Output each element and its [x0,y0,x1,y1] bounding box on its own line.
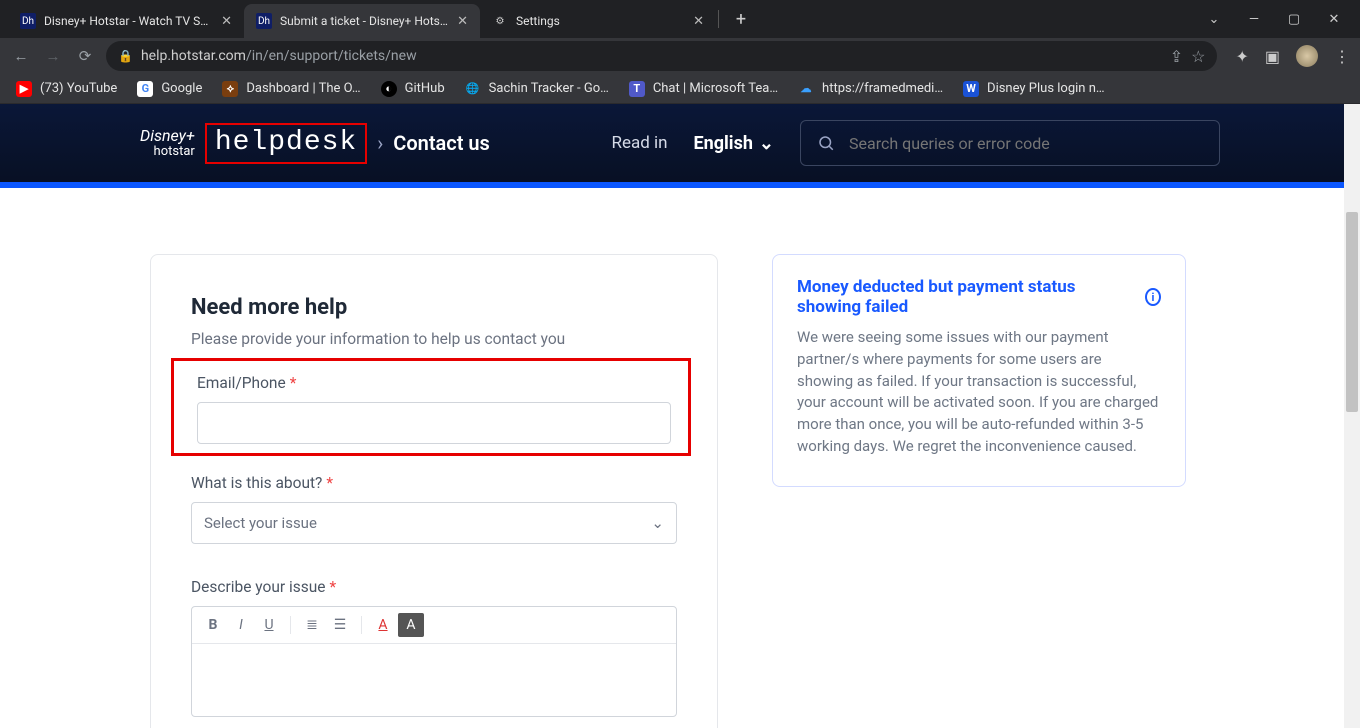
forward-button: → [42,47,64,65]
readin-label: Read in [611,133,667,153]
bookmark-disney-login[interactable]: WDisney Plus login n… [963,81,1105,97]
panel-icon[interactable]: ▣ [1265,47,1280,66]
close-window-button[interactable]: ✕ [1316,12,1352,27]
describe-label: Describe your issue* [191,578,677,596]
lock-icon: 🔒 [118,49,133,63]
info-icon: i [1145,288,1161,306]
hotstar-logo: Disney+ hotstar [140,128,195,158]
ticket-form-card: Need more help Please provide your infor… [150,254,718,728]
search-input[interactable] [849,134,1203,153]
page-title: Contact us [393,131,490,155]
globe-icon: 🌐 [465,81,481,97]
main-content: Need more help Please provide your infor… [0,182,1360,728]
youtube-icon: ▶ [16,81,32,97]
search-icon [817,134,835,152]
issue-select-placeholder: Select your issue [204,514,317,532]
app-icon: ⟡ [222,81,238,97]
bookmark-github[interactable]: ◐GitHub [381,81,445,97]
reload-button[interactable]: ⟳ [74,47,96,65]
language-selector[interactable]: English ⌄ [694,133,774,154]
issue-select[interactable]: Select your issue ⌄ [191,502,677,544]
profile-avatar[interactable] [1296,45,1318,67]
email-label: Email/Phone* [197,374,671,392]
tab-title: Settings [516,14,685,28]
browser-titlebar: Dh Disney+ Hotstar - Watch TV Shows ✕ Dh… [0,0,1360,38]
language-value: English [694,133,753,154]
chevron-down-icon[interactable]: ⌄ [1196,12,1232,27]
site-icon: W [963,81,979,97]
google-icon: G [137,81,153,97]
brand[interactable]: Disney+ hotstar helpdesk [140,123,367,164]
window-controls: ⌄ ― ▢ ✕ [1196,0,1360,38]
tab-title: Submit a ticket - Disney+ Hotstar [280,14,449,28]
rich-text-editor: B I U ≣ ☰ A A [191,606,677,717]
highlight-button[interactable]: A [398,613,424,637]
tab-hotstar-watch[interactable]: Dh Disney+ Hotstar - Watch TV Shows ✕ [8,4,244,38]
bookmark-google[interactable]: GGoogle [137,81,202,97]
info-card: Money deducted but payment status showin… [772,254,1186,487]
browser-toolbar: ← → ⟳ 🔒 help.hotstar.com/in/en/support/t… [0,38,1360,74]
close-icon[interactable]: ✕ [221,14,232,29]
field-email-phone: Email/Phone* [191,368,677,450]
bullet-list-button[interactable]: ≣ [299,613,325,637]
gear-icon: ⚙ [492,13,508,29]
extensions-icon[interactable]: ✦ [1235,47,1248,66]
favicon-icon: Dh [20,13,36,29]
text-color-button[interactable]: A [370,613,396,637]
scrollbar-thumb[interactable] [1346,212,1358,412]
tab-separator [718,10,719,28]
about-label: What is this about?* [191,474,677,492]
github-icon: ◐ [381,81,397,97]
bookmarks-bar: ▶(73) YouTube GGoogle ⟡Dashboard | The O… [0,74,1360,104]
address-bar[interactable]: 🔒 help.hotstar.com/in/en/support/tickets… [106,41,1217,71]
favicon-icon: Dh [256,13,272,29]
info-title[interactable]: Money deducted but payment status showin… [797,277,1161,317]
share-icon[interactable]: ⇪ [1170,47,1183,66]
helpdesk-label: helpdesk [205,123,367,164]
bold-button[interactable]: B [200,613,226,637]
page-viewport: Disney+ hotstar helpdesk › Contact us Re… [0,104,1360,728]
form-title: Need more help [191,295,677,320]
rte-toolbar: B I U ≣ ☰ A A [192,607,676,644]
back-button[interactable]: ← [10,47,32,65]
tab-submit-ticket[interactable]: Dh Submit a ticket - Disney+ Hotstar ✕ [244,4,480,38]
url-text: help.hotstar.com/in/en/support/tickets/n… [141,48,1162,64]
info-body: We were seeing some issues with our paym… [797,327,1161,458]
form-subtitle: Please provide your information to help … [191,330,677,348]
teams-icon: T [629,81,645,97]
bookmark-sachin-tracker[interactable]: 🌐Sachin Tracker - Go… [465,81,609,97]
new-tab-button[interactable]: + [727,5,755,33]
italic-button[interactable]: I [228,613,254,637]
separator [290,616,291,634]
separator [361,616,362,634]
search-box[interactable] [800,120,1220,166]
close-icon[interactable]: ✕ [693,14,704,29]
email-phone-input[interactable] [197,402,671,444]
number-list-button[interactable]: ☰ [327,613,353,637]
field-about: What is this about?* Select your issue ⌄ [191,474,677,544]
bookmark-dashboard[interactable]: ⟡Dashboard | The O… [222,81,360,97]
underline-button[interactable]: U [256,613,282,637]
menu-icon[interactable]: ⋮ [1334,47,1350,66]
tab-strip: Dh Disney+ Hotstar - Watch TV Shows ✕ Dh… [0,0,755,38]
cloud-icon: ☁ [798,81,814,97]
chevron-down-icon: ⌄ [759,133,774,154]
close-icon[interactable]: ✕ [457,14,468,29]
scrollbar-track[interactable] [1344,104,1360,728]
tab-title: Disney+ Hotstar - Watch TV Shows [44,14,213,28]
chevron-down-icon: ⌄ [651,514,664,532]
minimize-button[interactable]: ― [1236,12,1272,27]
site-header: Disney+ hotstar helpdesk › Contact us Re… [0,104,1360,182]
star-icon[interactable]: ☆ [1191,47,1205,66]
rte-body[interactable] [192,644,676,716]
chevron-right-icon: › [377,131,383,155]
bookmark-youtube[interactable]: ▶(73) YouTube [16,81,117,97]
maximize-button[interactable]: ▢ [1276,12,1312,27]
field-describe: Describe your issue* B I U ≣ ☰ A A [191,578,677,717]
bookmark-framedmedia[interactable]: ☁https://framedmedi… [798,81,943,97]
bookmark-teams[interactable]: TChat | Microsoft Tea… [629,81,778,97]
tab-settings[interactable]: ⚙ Settings ✕ [480,4,716,38]
